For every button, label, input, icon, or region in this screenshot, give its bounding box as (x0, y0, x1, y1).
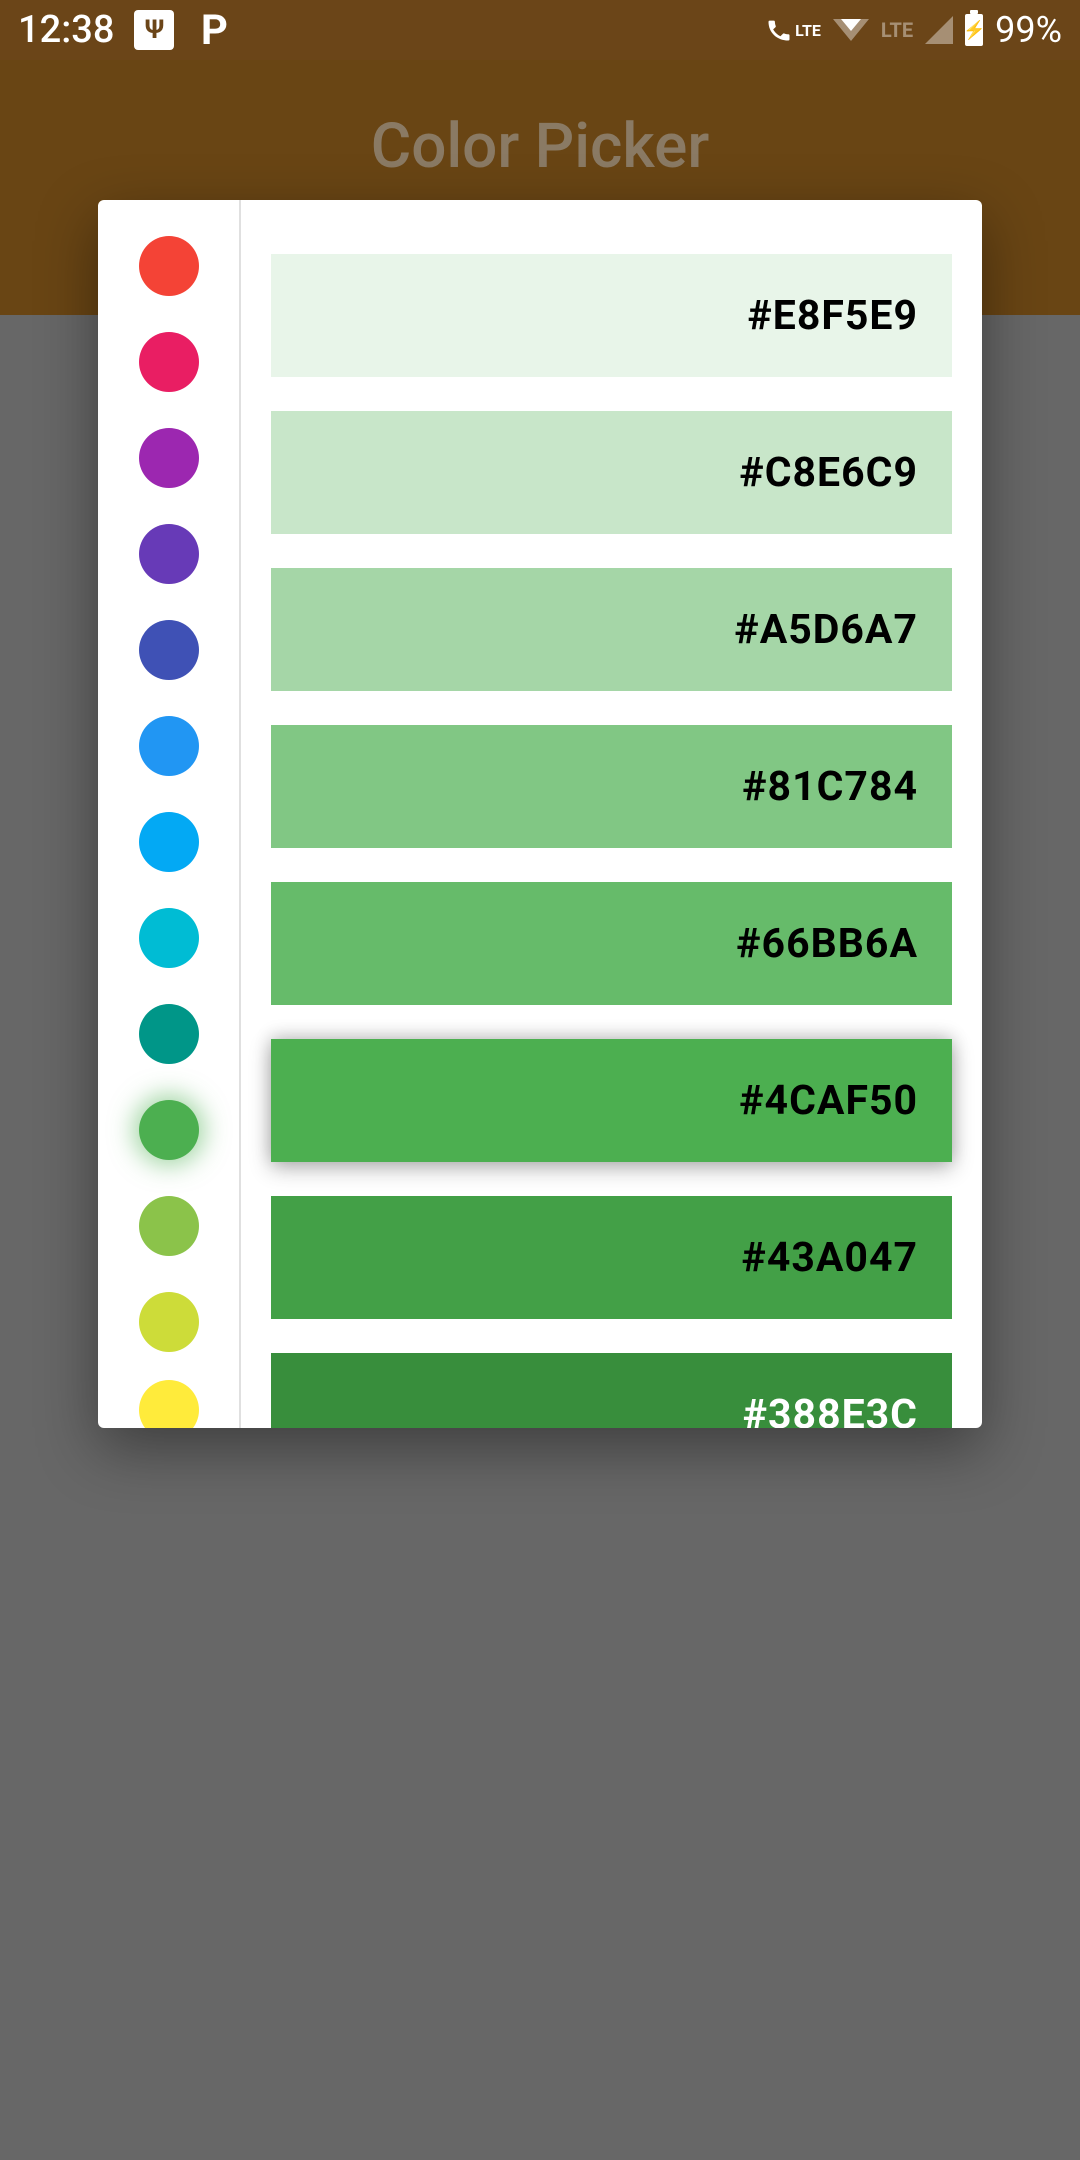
shade-row[interactable]: #43A047 (271, 1196, 952, 1319)
hue-swatch-green[interactable] (139, 1100, 199, 1160)
battery-charging-icon: ⚡ (963, 20, 985, 41)
hue-column[interactable] (98, 200, 241, 1428)
shade-row[interactable]: #A5D6A7 (271, 568, 952, 691)
hue-swatch-red[interactable] (139, 236, 199, 296)
shade-row[interactable]: #66BB6A (271, 882, 952, 1005)
hue-swatch-lime[interactable] (139, 1292, 199, 1352)
lte-label: LTE (795, 21, 821, 40)
status-time: 12:38 (18, 8, 114, 52)
lte-label-dim: LTE (881, 18, 913, 42)
parking-icon: P (194, 10, 234, 50)
hue-swatch-deep-purple[interactable] (139, 524, 199, 584)
shade-row[interactable]: #388E3C (271, 1353, 952, 1428)
wifi-icon (833, 19, 869, 41)
hue-swatch-teal[interactable] (139, 1004, 199, 1064)
shade-hex-label: #66BB6A (736, 920, 918, 968)
hue-swatch-blue[interactable] (139, 716, 199, 776)
shade-hex-label: #388E3C (743, 1391, 918, 1429)
hue-swatch-cyan[interactable] (139, 908, 199, 968)
hue-swatch-light-blue[interactable] (139, 812, 199, 872)
shade-row[interactable]: #C8E6C9 (271, 411, 952, 534)
shade-row[interactable]: #81C784 (271, 725, 952, 848)
status-left: 12:38 Ψ P (18, 8, 234, 52)
usb-icon: Ψ (134, 10, 174, 50)
hue-swatch-pink[interactable] (139, 332, 199, 392)
status-bar: 12:38 Ψ P LTE LTE ⚡ 99% (0, 0, 1080, 60)
shade-hex-label: #A5D6A7 (734, 606, 918, 654)
hue-swatch-yellow[interactable] (139, 1380, 199, 1428)
shade-hex-label: #4CAF50 (739, 1077, 918, 1125)
battery-icon: ⚡ (965, 14, 983, 46)
shade-hex-label: #43A047 (742, 1234, 918, 1282)
shade-hex-label: #E8F5E9 (748, 292, 918, 340)
shade-row[interactable]: #4CAF50 (271, 1039, 952, 1162)
shade-column[interactable]: #E8F5E9 #C8E6C9 #A5D6A7 #81C784 #66BB6A #4CAF… (241, 200, 982, 1428)
hue-swatch-purple[interactable] (139, 428, 199, 488)
shade-row[interactable]: #E8F5E9 (271, 254, 952, 377)
hue-swatch-light-green[interactable] (139, 1196, 199, 1256)
hue-swatch-indigo[interactable] (139, 620, 199, 680)
shade-hex-label: #C8E6C9 (739, 449, 918, 497)
phone-lte-icon: LTE (765, 16, 821, 44)
battery-percentage: 99% (995, 9, 1062, 51)
signal-icon (925, 16, 953, 44)
shade-hex-label: #81C784 (742, 763, 918, 811)
color-picker-dialog: #E8F5E9 #C8E6C9 #A5D6A7 #81C784 #66BB6A #4CAF… (98, 200, 982, 1428)
status-right: LTE LTE ⚡ 99% (765, 9, 1062, 51)
